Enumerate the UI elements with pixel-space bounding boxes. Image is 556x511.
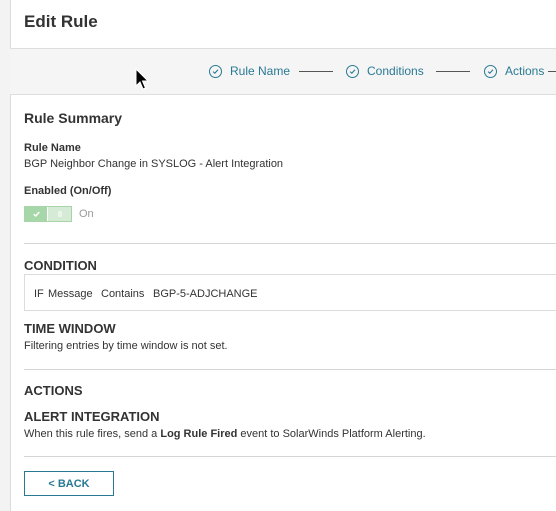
enabled-label: Enabled (On/Off) bbox=[24, 185, 112, 197]
step-rule-name[interactable]: Rule Name bbox=[209, 64, 290, 78]
alert-integration-text: When this rule fires, send a Log Rule Fi… bbox=[24, 428, 426, 440]
step-actions[interactable]: Actions bbox=[484, 64, 544, 78]
step-connector bbox=[436, 71, 470, 72]
back-button[interactable]: < BACK bbox=[24, 471, 114, 496]
alert-event-name: Log Rule Fired bbox=[160, 428, 238, 440]
toggle-on-track bbox=[25, 207, 47, 221]
step-label: Conditions bbox=[367, 64, 424, 78]
rule-summary-title: Rule Summary bbox=[24, 110, 123, 126]
rule-name-value: BGP Neighbor Change in SYSLOG - Alert In… bbox=[24, 158, 284, 170]
toggle-knob bbox=[48, 207, 71, 221]
step-connector bbox=[299, 71, 333, 72]
page-title: Edit Rule bbox=[24, 12, 98, 31]
mouse-pointer-icon bbox=[135, 68, 150, 90]
toggle-state-label: On bbox=[79, 208, 94, 220]
actions-heading: ACTIONS bbox=[24, 383, 83, 398]
step-connector bbox=[548, 71, 556, 72]
check-icon bbox=[32, 211, 40, 218]
condition-if: IF bbox=[34, 288, 44, 300]
condition-box: IF Message Contains BGP-5-ADJCHANGE bbox=[24, 274, 556, 311]
grip-icon bbox=[58, 211, 61, 217]
alert-text-suffix: event to SolarWinds Platform Alerting. bbox=[237, 428, 426, 440]
step-label: Rule Name bbox=[230, 64, 291, 78]
wizard-stepper: Rule Name Conditions Actions bbox=[10, 48, 556, 95]
alert-integration-heading: ALERT INTEGRATION bbox=[24, 409, 160, 424]
rule-name-label: Rule Name bbox=[24, 142, 81, 154]
divider bbox=[24, 456, 556, 457]
condition-value: BGP-5-ADJCHANGE bbox=[153, 288, 258, 300]
condition-heading: CONDITION bbox=[24, 258, 97, 273]
check-circle-icon bbox=[209, 64, 222, 78]
check-circle-icon bbox=[484, 64, 497, 78]
divider bbox=[24, 243, 556, 244]
condition-operator: Contains bbox=[101, 288, 145, 300]
divider bbox=[24, 369, 556, 370]
enabled-toggle[interactable] bbox=[24, 206, 72, 222]
time-window-text: Filtering entries by time window is not … bbox=[24, 340, 228, 352]
time-window-heading: TIME WINDOW bbox=[24, 321, 116, 336]
step-label: Actions bbox=[505, 64, 545, 78]
step-conditions[interactable]: Conditions bbox=[346, 64, 424, 78]
alert-text-prefix: When this rule fires, send a bbox=[24, 428, 161, 440]
condition-field: Message bbox=[48, 288, 93, 300]
check-circle-icon bbox=[346, 64, 359, 78]
